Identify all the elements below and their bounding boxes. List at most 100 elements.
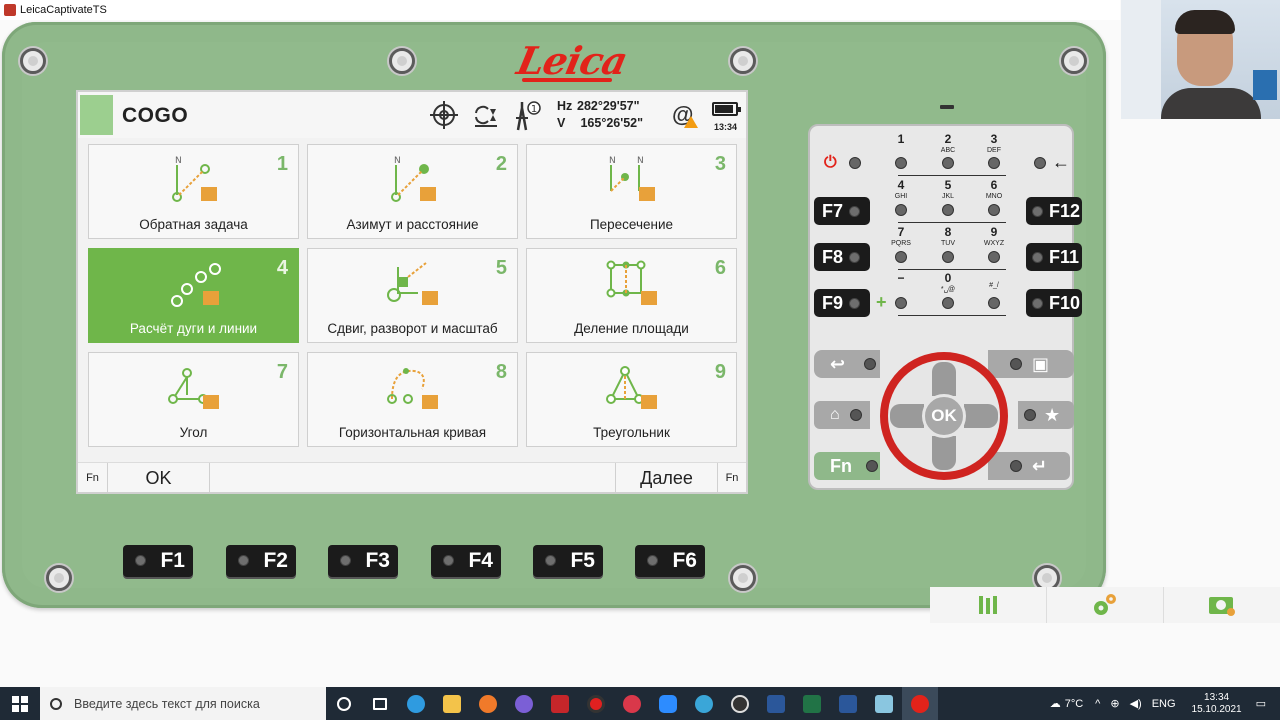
device-screen: COGO 1 Hz 282°29'57" V 165°26'52" @ 13:34…: [76, 90, 748, 494]
key-minus[interactable]: [895, 297, 907, 309]
key-8-label: 8 TUV: [941, 225, 955, 247]
tile-angle[interactable]: 7 Угол: [88, 352, 299, 447]
key-8[interactable]: [942, 251, 954, 263]
tile-label: Обратная задача: [139, 217, 248, 232]
key-7[interactable]: [895, 251, 907, 263]
language-indicator[interactable]: ENG: [1152, 698, 1176, 710]
tile-shift-rotate-scale[interactable]: 5 Сдвиг, разворот и масштаб: [307, 248, 518, 343]
camera-key[interactable]: ▣: [988, 350, 1074, 378]
f9-key[interactable]: F9: [814, 289, 870, 317]
f4-key[interactable]: F4: [431, 545, 501, 577]
zoom-icon[interactable]: [650, 687, 686, 720]
menu-button[interactable]: [80, 95, 113, 135]
key-2[interactable]: [942, 157, 954, 169]
f1-key[interactable]: F1: [123, 545, 193, 577]
leica-app-icon[interactable]: [902, 687, 938, 720]
prism-search-icon[interactable]: [470, 100, 502, 132]
taskbar-clock[interactable]: 13:34 15.10.2021: [1192, 692, 1242, 716]
task-view-icon[interactable]: [362, 687, 398, 720]
key-label: F3: [365, 549, 390, 572]
tile-azimuth-distance[interactable]: N 2 Азимут и расстояние: [307, 144, 518, 239]
start-button[interactable]: [0, 687, 40, 720]
autocad-icon[interactable]: [542, 687, 578, 720]
dpad-right[interactable]: [964, 404, 998, 428]
edge-icon[interactable]: [398, 687, 434, 720]
cortana-icon[interactable]: [326, 687, 362, 720]
dpad-down[interactable]: [932, 436, 956, 470]
target-icon[interactable]: [428, 100, 460, 132]
warning-icon: [684, 116, 698, 128]
notes-icon[interactable]: [866, 687, 902, 720]
backspace-button[interactable]: [1034, 157, 1046, 169]
key-label: F5: [570, 549, 595, 572]
power-button[interactable]: [849, 157, 861, 169]
logo-underline: [522, 78, 612, 82]
recorder-icon[interactable]: [578, 687, 614, 720]
app-red-icon[interactable]: [614, 687, 650, 720]
f2-key[interactable]: F2: [226, 545, 296, 577]
f10-key[interactable]: F10: [1026, 289, 1082, 317]
window-title: LeicaCaptivateTS: [20, 4, 107, 16]
network-icon[interactable]: ⊕: [1110, 697, 1119, 710]
tile-intersection[interactable]: N N 3 Пересечение: [526, 144, 737, 239]
dpad-up[interactable]: [932, 362, 956, 396]
power-icon[interactable]: ⏻: [824, 154, 837, 172]
key-hash[interactable]: [988, 297, 1000, 309]
f11-key[interactable]: F11: [1026, 243, 1082, 271]
f3-key[interactable]: F3: [328, 545, 398, 577]
key-9[interactable]: [988, 251, 1000, 263]
empty-softkey[interactable]: [210, 463, 616, 493]
viber-icon[interactable]: [506, 687, 542, 720]
back-key[interactable]: ↩: [814, 350, 880, 378]
reflector-icon[interactable]: 1: [510, 100, 542, 132]
firefox-icon[interactable]: [470, 687, 506, 720]
explorer-icon[interactable]: [434, 687, 470, 720]
tray-chevron-icon[interactable]: ^: [1095, 698, 1100, 710]
weather-icon[interactable]: ☁: [1050, 697, 1061, 710]
f8-key[interactable]: F8: [814, 243, 870, 271]
f7-key[interactable]: F7: [814, 197, 870, 225]
tile-inverse[interactable]: N 1 Обратная задача: [88, 144, 299, 239]
key-4[interactable]: [895, 204, 907, 216]
key-6[interactable]: [988, 204, 1000, 216]
toolbar-screenshot-button[interactable]: [1164, 587, 1280, 623]
key-1[interactable]: [895, 157, 907, 169]
home-key[interactable]: ⌂: [814, 401, 870, 429]
toolbar-settings-button[interactable]: [1047, 587, 1164, 623]
key-label: F9: [822, 292, 844, 313]
excel-icon[interactable]: [794, 687, 830, 720]
word-doc-icon[interactable]: [758, 687, 794, 720]
fn-right-softkey[interactable]: Fn: [718, 463, 746, 493]
tile-arc-line[interactable]: 4 Расчёт дуги и линии: [88, 248, 299, 343]
plus-icon: +: [876, 292, 887, 312]
search-icon: [50, 697, 62, 710]
obs-icon[interactable]: [722, 687, 758, 720]
dpad-left[interactable]: [890, 404, 924, 428]
taskbar: Введите здесь текст для поиска ☁ 7°C ^ ⊕…: [0, 687, 1280, 720]
fn-key[interactable]: Fn: [814, 452, 880, 480]
enter-key[interactable]: ↵: [988, 452, 1070, 480]
angle-readout: Hz 282°29'57" V 165°26'52": [557, 98, 643, 132]
tile-triangle[interactable]: 9 Треугольник: [526, 352, 737, 447]
key-0[interactable]: [942, 297, 954, 309]
key-5[interactable]: [942, 204, 954, 216]
battery-icon[interactable]: [712, 102, 741, 116]
browser-icon[interactable]: [686, 687, 722, 720]
f12-key[interactable]: F12: [1026, 197, 1082, 225]
tile-horizontal-curve[interactable]: 8 Горизонтальная кривая: [307, 352, 518, 447]
word-icon[interactable]: [830, 687, 866, 720]
f6-key[interactable]: F6: [635, 545, 705, 577]
toolbar-tools-button[interactable]: [930, 587, 1047, 623]
notifications-icon[interactable]: ▭: [1256, 697, 1266, 710]
fn-left-softkey[interactable]: Fn: [78, 463, 108, 493]
tile-area-division[interactable]: 6 Деление площади: [526, 248, 737, 343]
favourites-key[interactable]: ★: [1018, 401, 1074, 429]
next-softkey[interactable]: Далее: [616, 463, 718, 493]
key-3[interactable]: [988, 157, 1000, 169]
ok-softkey[interactable]: OK: [108, 463, 210, 493]
volume-icon[interactable]: ◀): [1130, 697, 1142, 710]
ok-key[interactable]: OK: [922, 394, 966, 438]
f5-key[interactable]: F5: [533, 545, 603, 577]
taskbar-search[interactable]: Введите здесь текст для поиска: [40, 687, 326, 720]
key-label: F6: [672, 549, 697, 572]
